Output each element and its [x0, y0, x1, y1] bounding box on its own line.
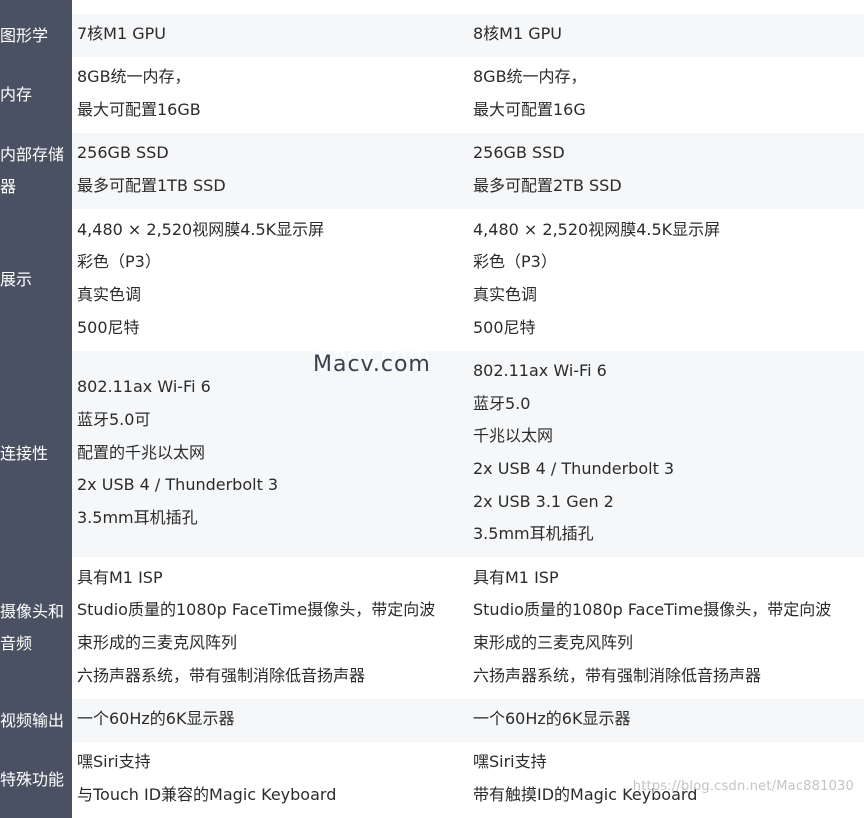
spec-line: 真实色调 — [77, 285, 142, 304]
spec-cell-right: 4,480 × 2,520视网膜4.5K显示屏 彩色（P3） 真实色调 500尼特 — [470, 209, 864, 351]
table-row: 内部存储器 256GB SSD 最多可配置1TB SSD 256GB SSD 最多可配置… — [0, 133, 864, 209]
spec-line: 最大可配置16G — [473, 100, 586, 119]
spec-line: 嘿Siri支持 — [77, 752, 151, 772]
spec-cell-right: 8核M1 GPU — [470, 14, 864, 57]
spec-line: 与Touch ID兼容的Magic Keyboard — [77, 785, 337, 804]
spec-line: 彩色（P3） — [473, 252, 557, 272]
spec-comparison-table: 最大可配置最大可配置图形学7核M1 GPU8核M1 GPU内存8GB统一内存，最… — [0, 0, 864, 818]
spec-line: 六扬声器系统，带有强制消除低音扬声器 — [77, 665, 366, 685]
table-row: 内存 8GB统一内存， 最大可配置16GB 8GB统一内存， 最大可配置16G — [0, 57, 864, 133]
row-label: 连接性 — [0, 351, 72, 557]
spec-line: 500尼特 — [77, 317, 140, 337]
spec-cell-left: 嘿Siri支持与Touch ID兼容的Magic Keyboard — [72, 742, 470, 818]
spec-line: 2x USB 3.1 Gen 2 — [473, 491, 614, 511]
spec-line: 4,480 × 2,520视网膜4.5K显示屏 — [473, 219, 721, 239]
table-row: 视频输出 一个60Hz的6K显示器 一个60Hz的6K显示器 — [0, 699, 864, 742]
row-label — [0, 0, 72, 14]
spec-cell-left: 256GB SSD 最多可配置1TB SSD — [72, 133, 470, 209]
spec-cell-right: 一个60Hz的6K显示器 — [470, 699, 864, 742]
spec-cell-right: 具有M1 ISP Studio质量的1080p FaceTime摄像头，带定向波束… — [470, 557, 864, 699]
spec-cell-right: 256GB SSD 最多可配置2TB SSD — [470, 133, 864, 209]
spec-cell-left: 8GB统一内存， 最大可配置16GB — [72, 57, 470, 133]
spec-line: 真实色调 — [473, 285, 538, 304]
table-row: 展示 4,480 × 2,520视网膜4.5K显示屏 彩色（P3） 真实色调 500尼特… — [0, 209, 864, 351]
spec-line: 具有M1 ISP — [473, 567, 559, 587]
spec-cell-right: 802.11ax Wi-Fi 6 蓝牙5.0 千兆以太网 2x USB 4 / Thu… — [470, 351, 864, 557]
spec-line: 802.11ax Wi-Fi 6 — [473, 360, 607, 380]
spec-line: 3.5mm耳机插孔 — [473, 524, 594, 544]
row-label: 特殊功能 — [0, 742, 72, 818]
spec-line: 最多可配置1TB SSD — [77, 176, 226, 195]
spec-line: 8GB统一内存， — [77, 67, 191, 87]
spec-line: 256GB SSD — [473, 143, 565, 163]
row-label: 内部存储器 — [0, 133, 72, 209]
spec-cell-left: 802.11ax Wi-Fi 6 蓝牙5.0可 配置的千兆以太网 2x USB 4 /… — [72, 351, 470, 557]
table-row: 图形学 7核M1 GPU 8核M1 GPU — [0, 14, 864, 57]
spec-line: 7核M1 GPU — [77, 24, 167, 44]
spec-cell-left: 4,480 × 2,520视网膜4.5K显示屏 彩色（P3） 真实色调 500尼特 — [72, 209, 470, 351]
spec-cell-left: 具有M1 ISP Studio质量的1080p FaceTime摄像头，带定向波束… — [72, 557, 470, 699]
row-label: 摄像头和音频 — [0, 557, 72, 699]
spec-line: 3.5mm耳机插孔 — [77, 508, 198, 528]
spec-line: 最大可配置 — [77, 0, 470, 7]
table-row: 最大可配置最大可配置 — [0, 0, 864, 14]
spec-line: 2x USB 4 / Thunderbolt 3 — [77, 475, 279, 495]
spec-line: 蓝牙5.0 — [473, 393, 531, 413]
spec-line: 500尼特 — [473, 317, 536, 337]
row-label: 展示 — [0, 209, 72, 351]
spec-line: 束形成的三麦克风阵列 — [77, 633, 238, 652]
table-row: 连接性 802.11ax Wi-Fi 6 蓝牙5.0可配置的千兆以太网 2x USB … — [0, 351, 864, 557]
spec-line: 束形成的三麦克风阵列 — [473, 633, 634, 652]
watermark: Macv.com — [313, 352, 431, 377]
row-label: 视频输出 — [0, 699, 72, 742]
spec-line: 256GB SSD — [77, 143, 169, 163]
spec-line: 千兆以太网 — [473, 426, 554, 446]
table-row: 摄像头和音频 具有M1 ISP Studio质量的1080p FaceTime摄像头… — [0, 557, 864, 699]
spec-line: 彩色（P3） — [77, 252, 161, 272]
spec-line: 具有M1 ISP — [77, 567, 163, 587]
spec-line: 一个60Hz的6K显示器 — [473, 709, 631, 729]
spec-cell-left: 一个60Hz的6K显示器 — [72, 699, 470, 742]
spec-line: 4,480 × 2,520视网膜4.5K显示屏 — [77, 219, 325, 239]
spec-line: 最大可配置16GB — [77, 100, 201, 119]
spec-cell-right: 最大可配置 — [470, 0, 864, 14]
spec-line: 配置的千兆以太网 — [77, 442, 206, 462]
spec-line: 嘿Siri支持 — [473, 752, 547, 772]
spec-line: 六扬声器系统，带有强制消除低音扬声器 — [473, 665, 762, 685]
spec-line: 一个60Hz的6K显示器 — [77, 709, 235, 729]
row-label: 图形学 — [0, 14, 72, 57]
spec-line: 蓝牙5.0可 — [77, 409, 151, 429]
spec-cell-left: 7核M1 GPU — [72, 14, 470, 57]
spec-line: Studio质量的1080p FaceTime摄像头，带定向波 — [77, 600, 436, 620]
spec-cell-right: 8GB统一内存， 最大可配置16G — [470, 57, 864, 133]
spec-line: 2x USB 4 / Thunderbolt 3 — [473, 459, 675, 478]
spec-line: 最多可配置2TB SSD — [473, 176, 622, 195]
spec-cell-left: 最大可配置 — [72, 0, 470, 14]
spec-line: 8GB统一内存， — [473, 67, 587, 87]
row-label: 内存 — [0, 57, 72, 133]
spec-line: Studio质量的1080p FaceTime摄像头，带定向波 — [473, 600, 832, 620]
spec-line: 最大可配置 — [473, 0, 864, 7]
source-caption: https://blog.csdn.net/Mac881030 — [632, 779, 854, 794]
spec-line: 8核M1 GPU — [473, 24, 563, 44]
